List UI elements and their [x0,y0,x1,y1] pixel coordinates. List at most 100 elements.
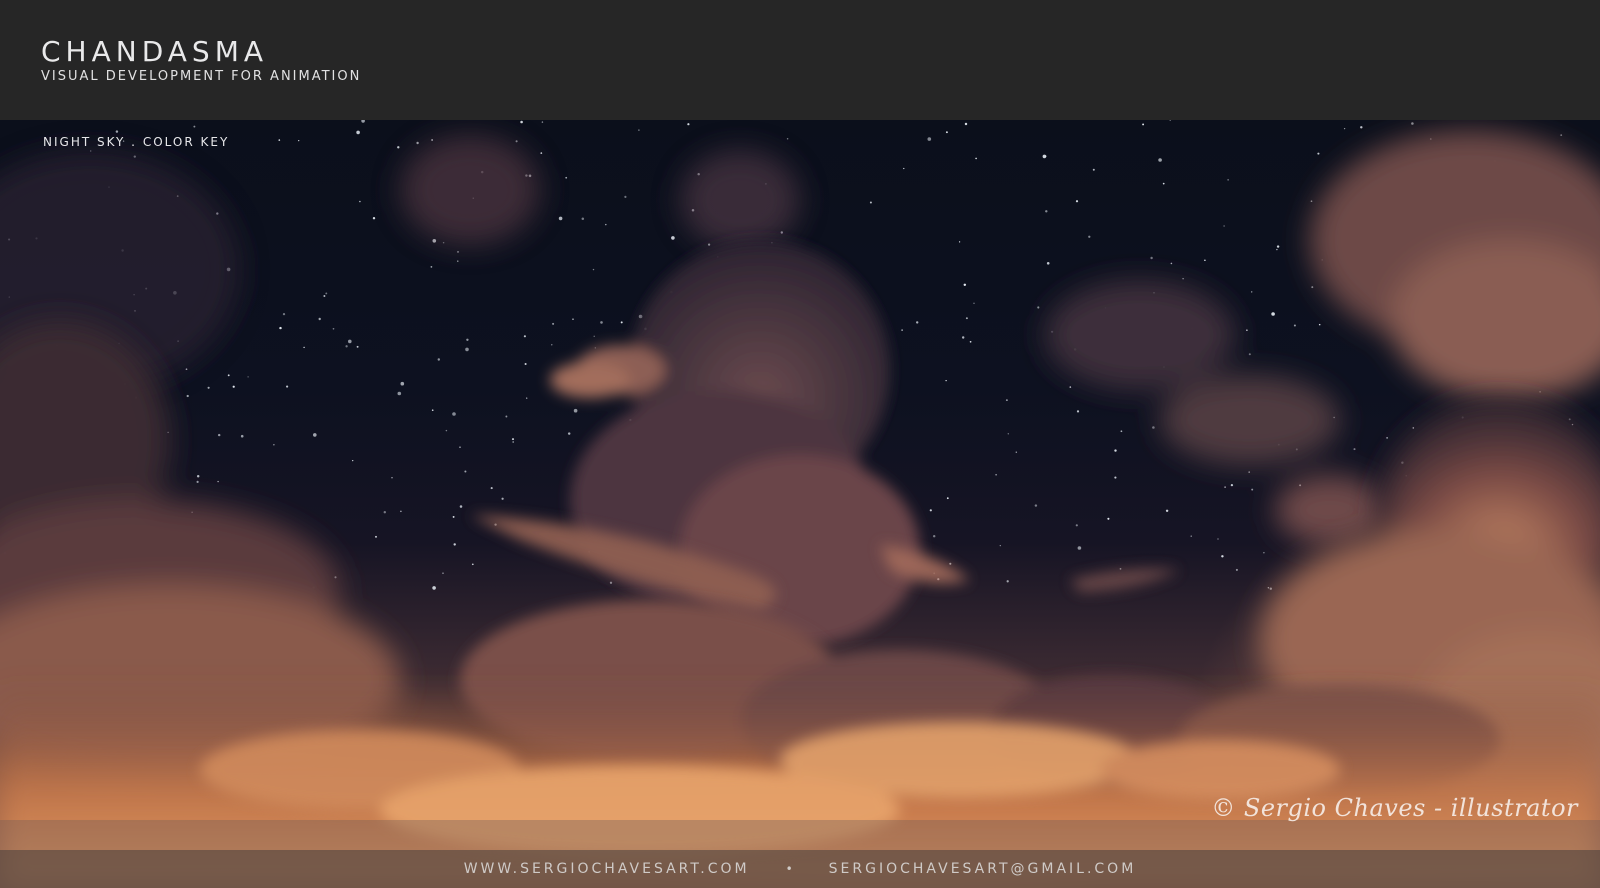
footer-bar: WWW.SERGIOCHAVESART.COM • SERGIOCHAVESAR… [0,850,1600,888]
star [605,223,607,226]
star [515,140,518,143]
star [348,339,352,344]
star [323,295,326,297]
star [345,345,348,348]
star [196,480,199,483]
star [457,251,459,253]
star [282,312,286,316]
star [437,358,441,361]
website-link[interactable]: WWW.SERGIOCHAVESART.COM [464,861,750,877]
star [965,317,968,320]
star [1150,256,1153,260]
star [217,433,221,437]
header-bar: CHANDASMA VISUAL DEVELOPMENT FOR ANIMATI… [0,0,1600,120]
star [1276,248,1278,251]
star [227,374,230,377]
star [573,408,578,413]
star [600,321,603,324]
star [232,385,235,388]
star [1005,399,1008,402]
star [1114,476,1117,479]
sky-artwork [0,120,1600,888]
star [581,217,585,220]
page: CHANDASMA VISUAL DEVELOPMENT FOR ANIMATI… [0,0,1600,888]
email-link[interactable]: SERGIOCHAVESART@GMAIL.COM [829,861,1137,877]
star [505,415,508,418]
star [196,475,200,478]
star [1223,225,1225,227]
star [927,137,932,141]
star [916,321,919,324]
star [961,336,965,339]
star [471,563,474,566]
star [949,562,952,565]
star [352,459,354,462]
star [400,510,402,513]
star [869,201,872,204]
star [1069,386,1072,388]
star [397,146,400,149]
star [592,268,595,271]
star [901,329,903,331]
star [1276,245,1280,248]
brand-subtitle: VISUAL DEVELOPMENT FOR ANIMATION [41,69,362,84]
star [1170,262,1173,265]
night-sky-painting: NIGHT SKY . COLOR KEY © Sergio Chaves - … [0,120,1600,888]
star [464,470,467,473]
star [958,241,961,243]
star [963,283,967,287]
brand-title: CHANDASMA [41,35,269,68]
star [325,292,328,295]
star [1568,418,1571,421]
star [372,216,376,220]
star [1343,127,1346,130]
star [964,122,968,126]
painting-caption: NIGHT SKY . COLOR KEY [43,135,230,149]
star [1076,410,1080,413]
star [278,139,281,141]
star [1311,286,1314,289]
star [1088,235,1091,238]
star [453,543,456,546]
star [541,121,544,123]
star [303,346,305,349]
star [430,266,433,268]
star [193,125,196,128]
star [1251,488,1254,491]
star [465,347,469,352]
star [207,386,210,389]
star [932,534,936,538]
star [512,441,515,443]
star [620,321,623,324]
star [1267,587,1270,589]
star [946,497,949,500]
star [1142,123,1145,126]
star [442,241,445,244]
star [1037,306,1040,309]
star [431,139,433,141]
star [1217,538,1219,540]
star [1221,555,1224,558]
star [593,335,595,337]
star [313,433,317,437]
star [1119,568,1122,570]
star [995,473,997,476]
star [945,131,948,134]
star [1204,259,1206,262]
star [391,477,393,479]
star [523,335,526,338]
star [540,152,543,154]
star [1034,504,1038,507]
star [1318,323,1321,326]
star [1411,122,1414,125]
star [1114,449,1117,452]
star [1165,509,1169,513]
star [1224,486,1226,488]
star [1162,182,1165,185]
star [1248,471,1250,473]
star [1360,126,1363,129]
star [416,141,419,145]
star [1120,430,1123,433]
star [1169,120,1171,121]
star [186,394,189,398]
